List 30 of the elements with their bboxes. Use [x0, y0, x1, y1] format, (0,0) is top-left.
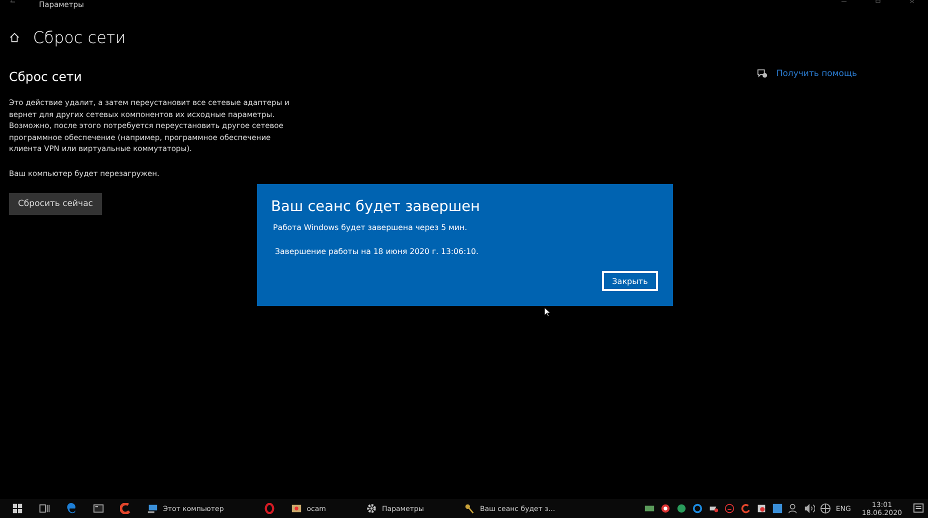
home-icon[interactable] [9, 32, 20, 43]
network-icon[interactable] [644, 503, 655, 514]
terminal-icon[interactable] [93, 503, 104, 514]
page-title: Сброс сети [33, 28, 126, 47]
opera-icon[interactable] [264, 503, 275, 514]
security-icon[interactable] [756, 503, 767, 514]
computer-icon[interactable] [147, 503, 158, 514]
keys-icon[interactable] [464, 503, 475, 514]
task-view-icon[interactable] [39, 503, 50, 514]
windows-logo-icon[interactable] [12, 503, 23, 514]
close-button[interactable]: Закрыть [602, 271, 658, 291]
notification-icon[interactable] [913, 503, 924, 514]
close-icon [908, 0, 916, 6]
maximize-icon [874, 0, 882, 6]
gear-icon[interactable] [366, 503, 378, 514]
edge-icon[interactable] [66, 503, 77, 514]
reset-button[interactable]: Сбросить сейчас [9, 192, 102, 215]
record-icon[interactable] [660, 503, 671, 514]
mouse-cursor-icon [544, 307, 551, 317]
globe-icon[interactable] [820, 503, 831, 514]
section-title: Сброс сети [9, 69, 83, 84]
sync-icon[interactable] [692, 503, 703, 514]
user-tray-icon[interactable] [788, 503, 799, 514]
speaker-icon[interactable] [804, 503, 815, 514]
chat-icon[interactable] [757, 68, 768, 79]
ocam-icon[interactable] [290, 503, 302, 514]
dialog-title: Ваш сеанс будет завершен [271, 199, 482, 215]
ccleaner-icon[interactable] [120, 503, 131, 514]
help-link[interactable]: Получить помощь [776, 68, 857, 78]
ccleaner-tray-icon[interactable] [740, 503, 751, 514]
